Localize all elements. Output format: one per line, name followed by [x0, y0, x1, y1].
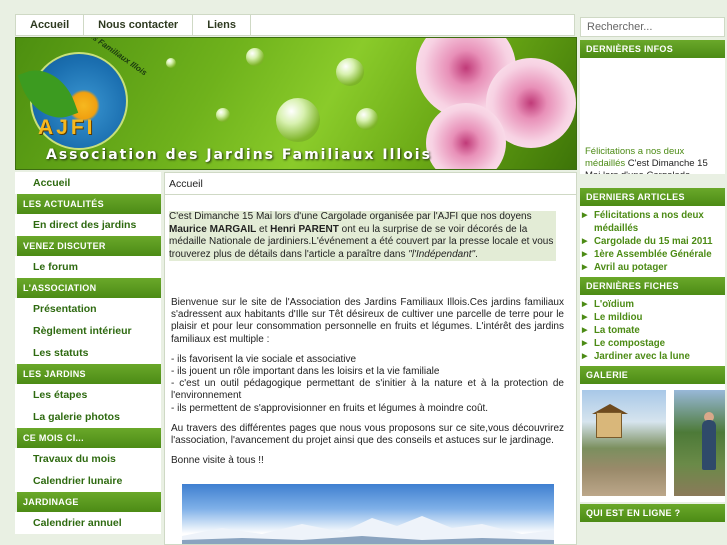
fiche-link[interactable]: ▶ La tomate — [582, 324, 723, 337]
site-title: Association des Jardins Familiaux Illois — [46, 147, 432, 163]
search-input[interactable] — [580, 17, 725, 37]
arrow-icon: ▶ — [582, 353, 588, 360]
benefits-list: - ils favorisent la vie sociale et assoc… — [171, 354, 564, 415]
latest-infos-header: DERNIÈRES INFOS — [580, 40, 725, 58]
menu-statuts[interactable]: Les statuts — [15, 342, 161, 364]
list-item: - ils favorisent la vie sociale et assoc… — [171, 353, 357, 365]
infos-ticker: Félicitations a nos deux médaillés C'est… — [585, 146, 721, 174]
fiche-link[interactable]: ▶ Jardiner avec la lune — [582, 350, 723, 363]
fiche-title: Jardiner avec la lune — [594, 351, 690, 362]
menu-calendrier-lunaire[interactable]: Calendrier lunaire — [15, 470, 161, 492]
arrow-icon: ▶ — [582, 301, 588, 308]
gallery-header: GALERIE — [580, 366, 725, 384]
shed — [596, 412, 622, 438]
menu-reglement[interactable]: Règlement intérieur — [15, 320, 161, 342]
article-link[interactable]: ▶ 1ère Assemblée Générale — [582, 248, 723, 261]
nav-liens[interactable]: Liens — [193, 15, 251, 35]
greeting: Bonne visite à tous !! — [171, 455, 264, 467]
menu-section-jardins: LES JARDINS — [17, 364, 161, 384]
welcome-paragraph: Bienvenue sur le site de l'Association d… — [171, 297, 564, 345]
arrow-icon: ▶ — [582, 327, 588, 334]
logo-text: AJFI — [38, 116, 96, 139]
menu-travaux[interactable]: Travaux du mois — [15, 448, 161, 470]
arrow-icon: ▶ — [582, 314, 588, 321]
news-name: Maurice MARGAIL — [169, 223, 257, 235]
fiche-title: Le mildiou — [594, 312, 643, 323]
gallery-photo-shed[interactable] — [582, 390, 666, 496]
water-drop — [246, 48, 264, 66]
latest-articles-header: DERNIERS ARTICLES — [580, 188, 725, 206]
menu-section-jardinage: JARDINAGE — [17, 492, 161, 512]
latest-fiches-header: DERNIÈRES FICHES — [580, 277, 725, 295]
left-sidebar: Accueil LES ACTUALITÉS En direct des jar… — [15, 172, 161, 534]
article-title: Cargolade du 15 mai 2011 — [594, 236, 713, 247]
list-item: - ils jouent un rôle important dans les … — [171, 366, 440, 378]
gardener — [702, 420, 716, 470]
right-sidebar: DERNIÈRES INFOS Félicitations a nos deux… — [580, 40, 725, 522]
news-text: et — [256, 223, 271, 235]
top-nav: Accueil Nous contacter Liens — [15, 14, 575, 36]
list-item: - c'est un outil pédagogique permettant … — [171, 378, 564, 402]
menu-section-mois: CE MOIS CI... — [17, 428, 161, 448]
header-banner: Jardins Familiaux Illois AJFI Associatio… — [15, 37, 577, 170]
menu-presentation[interactable]: Présentation — [15, 298, 161, 320]
news-highlight: C'est Dimanche 15 Mai lors d'une Cargola… — [169, 211, 556, 261]
water-drop — [166, 58, 176, 68]
outro-paragraph: Au travers des différentes pages que nou… — [171, 422, 564, 447]
fiche-link[interactable]: ▶ L'oïdium — [582, 298, 723, 311]
arrow-icon: ▶ — [582, 238, 588, 245]
water-drop — [356, 108, 378, 130]
gallery-box — [580, 384, 725, 502]
arrow-icon: ▶ — [582, 212, 588, 219]
menu-galerie[interactable]: La galerie photos — [15, 406, 161, 428]
nav-accueil[interactable]: Accueil — [16, 15, 85, 35]
arrow-icon: ▶ — [582, 340, 588, 347]
articles-list: ▶ Félicitations a nos deux médaillés ▶ Car… — [580, 206, 725, 277]
article-link[interactable]: ▶ Avril au potager — [582, 261, 723, 274]
list-item: - ils permettent de s'approvisionner en … — [171, 402, 489, 414]
menu-etapes[interactable]: Les étapes — [15, 384, 161, 406]
menu-en-direct[interactable]: En direct des jardins — [15, 214, 161, 236]
news-text: . — [475, 248, 478, 260]
nav-nous-contacter[interactable]: Nous contacter — [84, 15, 194, 35]
gallery-photo-gardener[interactable] — [674, 390, 725, 496]
mountain-photo — [182, 484, 554, 544]
welcome-text: Bienvenue sur le site de l'Association d… — [171, 297, 564, 475]
menu-section-discuter: VENEZ DISCUTER — [17, 236, 161, 256]
breadcrumb: Accueil — [165, 173, 576, 195]
arrow-icon: ▶ — [582, 264, 588, 271]
main-content: Accueil C'est Dimanche 15 Mai lors d'une… — [164, 172, 577, 545]
article-title: Avril au potager — [594, 262, 668, 273]
fiche-title: L'oïdium — [594, 299, 634, 310]
article-title: 1ère Assemblée Générale — [594, 249, 712, 260]
fiche-link[interactable]: ▶ Le compostage — [582, 337, 723, 350]
article-title: Félicitations a nos deux médaillés — [594, 210, 704, 234]
fiche-title: Le compostage — [594, 338, 666, 349]
latest-infos-box: Félicitations a nos deux médaillés C'est… — [580, 58, 725, 174]
news-name: Henri PARENT — [270, 223, 339, 235]
menu-calendrier-annuel[interactable]: Calendrier annuel — [15, 512, 161, 534]
mountain-peaks — [182, 516, 554, 544]
fiche-link[interactable]: ▶ Le mildiou — [582, 311, 723, 324]
fiches-list: ▶ L'oïdium ▶ Le mildiou ▶ La tomate ▶ Le com… — [580, 295, 725, 366]
menu-accueil[interactable]: Accueil — [15, 172, 161, 194]
menu-section-association: L'ASSOCIATION — [17, 278, 161, 298]
news-newspaper: "l'Indépendant" — [408, 248, 476, 260]
water-drop — [336, 58, 364, 86]
arrow-icon: ▶ — [582, 251, 588, 258]
water-drop — [216, 108, 230, 122]
menu-forum[interactable]: Le forum — [15, 256, 161, 278]
news-text: C'est Dimanche 15 Mai lors d'une Cargola… — [169, 211, 532, 222]
fiche-title: La tomate — [594, 325, 640, 336]
article-link[interactable]: ▶ Cargolade du 15 mai 2011 — [582, 235, 723, 248]
water-drop — [276, 98, 320, 142]
menu-section-actualites: LES ACTUALITÉS — [17, 194, 161, 214]
who-is-online-header: QUI EST EN LIGNE ? — [580, 504, 725, 522]
article-link[interactable]: ▶ Félicitations a nos deux médaillés — [582, 209, 723, 235]
